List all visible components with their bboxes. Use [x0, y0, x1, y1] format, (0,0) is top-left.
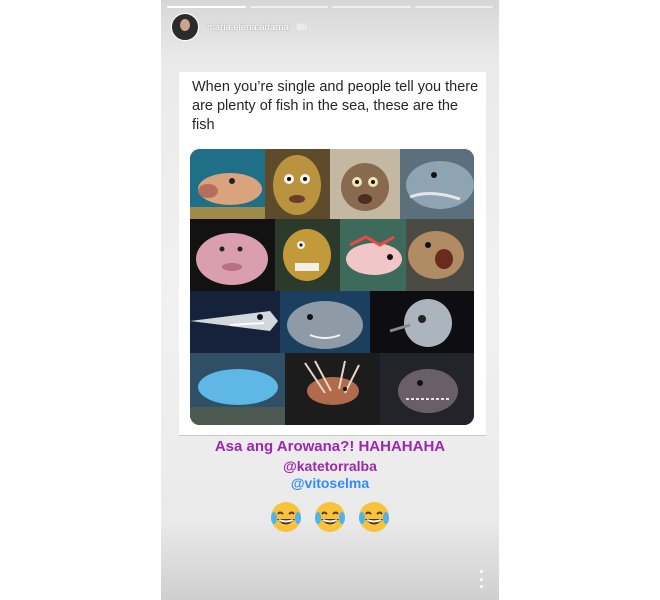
progress-segment: [249, 6, 328, 8]
face-with-tears-of-joy-icon: [271, 502, 301, 532]
fish-photo: [340, 219, 406, 291]
fish-photo: [190, 149, 265, 219]
fish-photo: [330, 149, 400, 219]
fish-photo: [406, 219, 474, 291]
post-text: When you’re single and people tell you t…: [192, 79, 479, 133]
dot: [479, 570, 483, 573]
progress-segment: [414, 6, 493, 8]
fish-photo: [190, 291, 280, 353]
face-with-tears-of-joy-icon: [359, 502, 389, 532]
more-vertical-icon[interactable]: [479, 570, 483, 588]
story-header: maria.elena.adarna 8h: [171, 13, 307, 41]
mention-tag[interactable]: @katetorralba: [161, 458, 499, 474]
fish-photo: [280, 291, 370, 353]
shared-post: When you’re single and people tell you t…: [179, 72, 486, 435]
fish-photo: [380, 353, 474, 425]
dot: [479, 577, 483, 581]
emoji-row: [161, 500, 499, 534]
divider: [179, 435, 486, 436]
fish-photo: [370, 291, 474, 353]
avatar[interactable]: [171, 13, 199, 41]
story-progress-bar: [167, 6, 493, 8]
mention-tag[interactable]: @vitoselma: [161, 475, 499, 491]
dot: [479, 585, 483, 588]
fish-photo: [285, 353, 380, 425]
story-viewer[interactable]: maria.elena.adarna 8h When you’re single…: [161, 0, 499, 600]
fish-photo: [400, 149, 474, 219]
progress-segment: [167, 6, 246, 8]
face-with-tears-of-joy-icon: [315, 502, 345, 532]
fish-photo: [275, 219, 340, 291]
fish-photo: [190, 219, 275, 291]
fish-collage-image: [190, 149, 474, 425]
fish-photo: [190, 353, 285, 425]
username[interactable]: maria.elena.adarna: [207, 22, 289, 33]
fish-photo: [265, 149, 330, 219]
progress-segment: [332, 6, 411, 8]
timestamp: 8h: [296, 22, 307, 32]
caption-text: Asa ang Arowana?! HAHAHAHA: [214, 438, 446, 455]
